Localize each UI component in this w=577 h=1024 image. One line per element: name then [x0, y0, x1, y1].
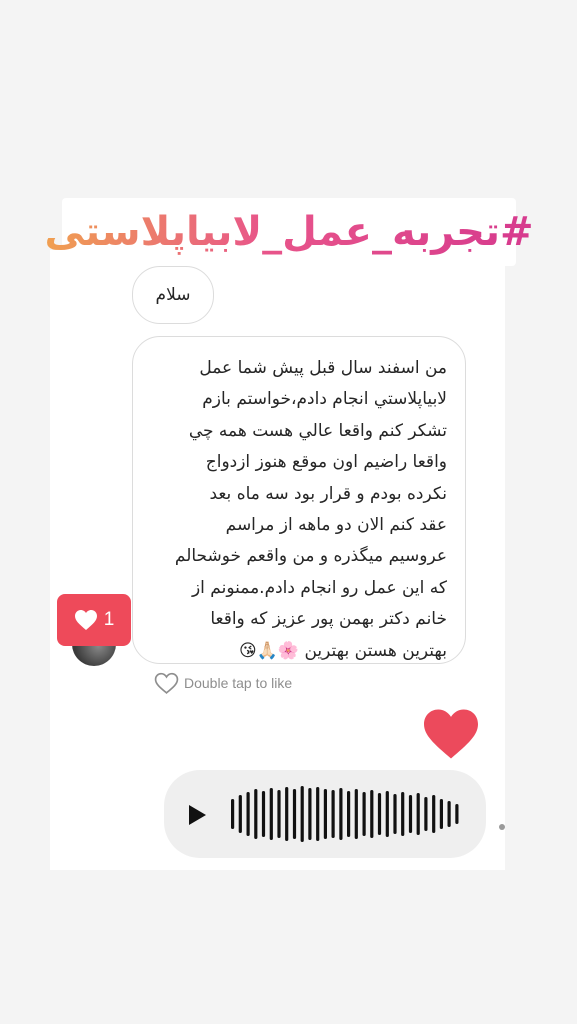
like-count: 1 [103, 609, 115, 630]
message-line: واقعا راضيم اون موقع هنوز ازدواج [205, 452, 447, 473]
waveform-icon [231, 786, 459, 842]
message-line: كه اين عمل رو انجام دادم.ممنونم از [191, 577, 447, 598]
like-count-badge[interactable]: 1 [57, 594, 131, 646]
play-icon[interactable] [186, 804, 208, 826]
heart-icon [74, 610, 97, 630]
message-bubble-testimonial[interactable]: من اسفند سال قبل پيش شما عمل لابياپلاستي… [132, 336, 466, 664]
message-line: خانم دكتر بهمن پور عزيز كه واقعا [210, 609, 447, 630]
hashtag-text[interactable]: #تجربه_عمل_لابیاپلاستی [44, 209, 533, 255]
message-line: عروسيم ميگذره و من واقعم خوشحالم [174, 546, 447, 567]
hashtag-banner: #تجربه_عمل_لابیاپلاستی [44, 198, 534, 266]
double-tap-to-like[interactable]: Double tap to like [154, 670, 292, 696]
message-line: نكرده بودم و قرار بود سه ماه بعد [209, 483, 447, 504]
voice-message[interactable] [164, 770, 486, 858]
message-line: تشكر كنم واقعا عالي هست همه چي [188, 420, 447, 441]
double-tap-label: Double tap to like [184, 675, 293, 691]
scroll-indicator [499, 824, 505, 830]
heart-icon[interactable] [420, 707, 482, 761]
message-bubble-greeting[interactable]: سلام [132, 266, 214, 324]
message-line: لابياپلاستي انجام دادم،خواستم بازم [202, 389, 447, 410]
heart-outline-icon [154, 672, 179, 694]
story-screen: #تجربه_عمل_لابیاپلاستی سلام من اسفند سال… [0, 0, 577, 1024]
greeting-text: سلام [155, 285, 191, 305]
message-line: بهترين هستن بهترين 🌸🙏🏻😘 [239, 640, 447, 661]
message-line: عقد كنم الان دو ماهه از مراسم [225, 515, 447, 536]
message-line: من اسفند سال قبل پيش شما عمل [199, 358, 447, 378]
